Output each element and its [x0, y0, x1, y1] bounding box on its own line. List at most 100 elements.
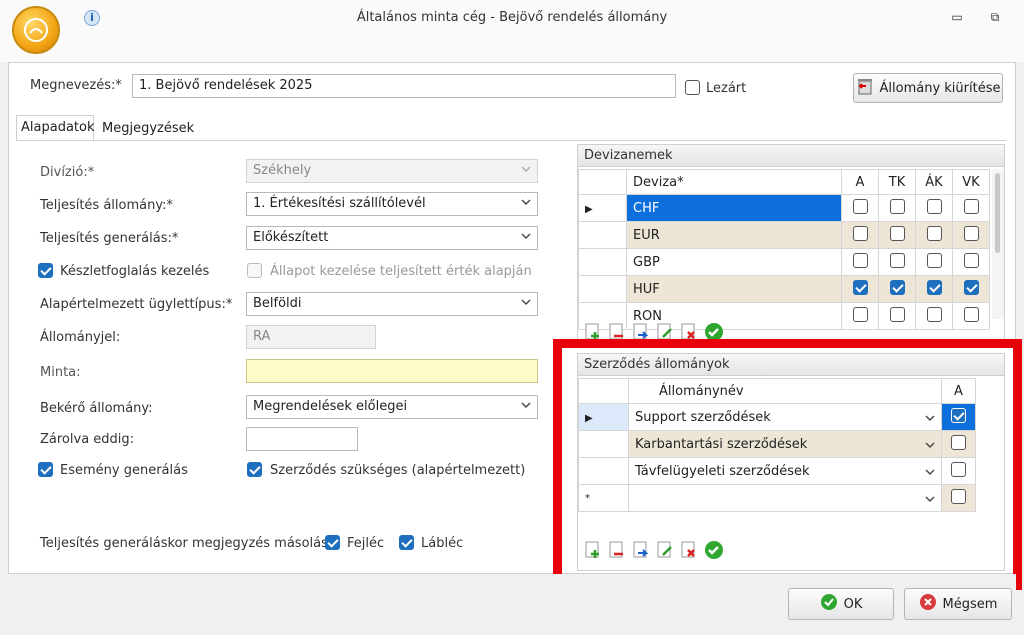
table-row[interactable]: ▶ CHF [578, 194, 990, 222]
currency-cell[interactable]: CHF [626, 194, 842, 222]
row-indicator [578, 275, 627, 303]
check-vk[interactable] [963, 198, 979, 214]
currencies-panel: Devizanemek Deviza* A TK ÁK VK ▶ CHF EUR [577, 144, 1005, 344]
fulfill-value: 1. Értékesítési szállítólevél [253, 196, 426, 211]
contract-required-label: Szerződés szükséges (alapértelmezett) [270, 463, 526, 478]
minimize-button[interactable]: ▭ [948, 10, 966, 24]
copy-label: Teljesítés generáláskor megjegyzés másol… [40, 536, 333, 551]
check-vk[interactable] [963, 306, 979, 322]
window-title: Általános minta cég - Bejövő rendelés ál… [356, 10, 668, 25]
name-input[interactable]: 1. Bejövő rendelések 2025 [132, 74, 676, 98]
trash-icon [856, 77, 874, 99]
col-a[interactable]: A [841, 169, 879, 195]
closed-checkbox[interactable] [685, 80, 700, 95]
state-checkbox [247, 263, 262, 278]
sample-label: Minta: [40, 365, 81, 380]
check-a[interactable] [852, 198, 868, 214]
check-ak[interactable] [926, 306, 942, 322]
contract-required-checkbox[interactable] [247, 462, 262, 477]
check-ak[interactable] [926, 279, 942, 295]
fulfill-label: Teljesítés állomány:* [40, 198, 173, 213]
check-tk[interactable] [889, 279, 905, 295]
header-copy-checkbox[interactable] [325, 535, 340, 550]
tab-megjegyzesek[interactable]: Megjegyzések [98, 117, 198, 141]
scrollbar-thumb[interactable] [995, 173, 1000, 253]
check-tk[interactable] [889, 198, 905, 214]
check-a[interactable] [852, 252, 868, 268]
cancel-button[interactable]: Mégsem [904, 588, 1012, 620]
restore-button[interactable]: ⧉ [986, 10, 1004, 24]
check-a[interactable] [852, 225, 868, 241]
sign-input: RA [246, 325, 376, 349]
deftype-select[interactable]: Belföldi [246, 292, 538, 316]
chevron-down-icon [521, 299, 531, 305]
check-vk[interactable] [963, 279, 979, 295]
check-tk[interactable] [889, 252, 905, 268]
col-vk[interactable]: VK [952, 169, 990, 195]
row-pointer: ▶ [578, 194, 627, 222]
deftype-label: Alapértelmezett ügylettípus:* [40, 297, 233, 312]
currencies-title: Devizanemek [578, 145, 1004, 167]
row-indicator [578, 248, 627, 276]
footer-copy-checkbox[interactable] [399, 535, 414, 550]
check-a[interactable] [852, 306, 868, 322]
request-value: Megrendelések előlegei [253, 399, 408, 414]
check-a[interactable] [852, 279, 868, 295]
clear-file-button[interactable]: Állomány kiürítése [853, 73, 1003, 103]
header-copy-label: Fejléc [347, 536, 385, 551]
scrollbar[interactable] [992, 169, 1004, 319]
closed-label: Lezárt [706, 81, 747, 96]
currencies-table: Deviza* A TK ÁK VK ▶ CHF EUR GBP HUF RON [578, 169, 990, 330]
check-tk[interactable] [889, 306, 905, 322]
chevron-down-icon [521, 199, 531, 205]
table-row[interactable]: HUF [578, 275, 990, 303]
ok-icon [820, 593, 838, 615]
fulfill-select[interactable]: 1. Értékesítési szállítólevél [246, 192, 538, 216]
event-checkbox[interactable] [38, 462, 53, 477]
gen-select[interactable]: Előkészített [246, 226, 538, 250]
table-row[interactable]: GBP [578, 248, 990, 276]
tab-divider [16, 140, 1006, 141]
division-label: Divízió:* [40, 165, 95, 180]
check-ak[interactable] [926, 225, 942, 241]
currency-cell[interactable]: EUR [626, 221, 842, 249]
locked-label: Zárolva eddig: [40, 432, 135, 447]
gen-value: Előkészített [253, 230, 329, 245]
ok-button[interactable]: OK [788, 588, 894, 620]
locked-date-input[interactable] [246, 427, 358, 451]
table-row[interactable]: EUR [578, 221, 990, 249]
row-indicator [578, 221, 627, 249]
ok-label: OK [843, 596, 863, 612]
name-label: Megnevezés:* [30, 78, 122, 93]
highlight-frame [553, 339, 1022, 590]
event-label: Esemény generálás [60, 463, 188, 478]
tab-alapadatok[interactable]: Alapadatok [16, 115, 95, 141]
check-vk[interactable] [963, 225, 979, 241]
gen-label: Teljesítés generálás:* [40, 231, 179, 246]
sample-input[interactable] [246, 359, 538, 383]
clear-file-label: Állomány kiürítése [879, 80, 1001, 96]
stock-checkbox[interactable] [38, 263, 53, 278]
division-select: Székhely [246, 159, 538, 183]
footer-copy-label: Lábléc [421, 536, 464, 551]
col-tk[interactable]: TK [878, 169, 916, 195]
stock-label: Készletfoglalás kezelés [60, 264, 210, 279]
state-label: Állapot kezelése teljesített érték alapj… [270, 264, 532, 279]
check-tk[interactable] [889, 225, 905, 241]
cancel-icon [919, 593, 937, 615]
request-label: Bekérő állomány: [40, 401, 153, 416]
chevron-down-icon [521, 402, 531, 408]
currency-cell[interactable]: GBP [626, 248, 842, 276]
col-currency[interactable]: Deviza* [626, 169, 842, 195]
currency-cell[interactable]: HUF [626, 275, 842, 303]
cancel-label: Mégsem [942, 596, 998, 612]
request-select[interactable]: Megrendelések előlegei [246, 395, 538, 419]
check-ak[interactable] [926, 252, 942, 268]
check-vk[interactable] [963, 252, 979, 268]
col-ak[interactable]: ÁK [915, 169, 953, 195]
chevron-down-icon [521, 233, 531, 239]
sign-label: Állományjel: [40, 330, 121, 345]
check-ak[interactable] [926, 198, 942, 214]
chevron-down-icon [521, 166, 531, 172]
division-value: Székhely [253, 163, 312, 178]
